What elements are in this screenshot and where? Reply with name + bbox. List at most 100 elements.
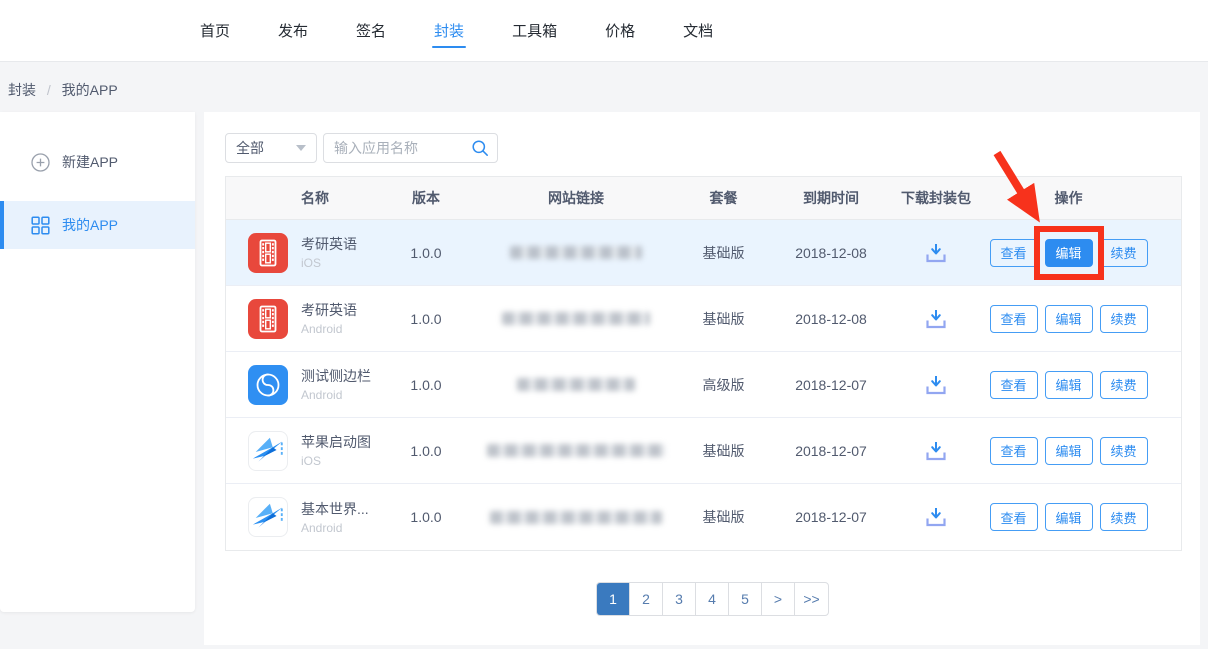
download-icon[interactable] xyxy=(923,440,949,462)
website-link-redacted xyxy=(517,378,635,391)
pagination-page-4[interactable]: 4 xyxy=(696,583,729,615)
renew-button[interactable]: 续费 xyxy=(1100,371,1148,399)
name-cell: 测试侧边栏 Android xyxy=(226,365,371,405)
app-platform: Android xyxy=(301,322,357,336)
pagination-page-5[interactable]: 5 xyxy=(729,583,762,615)
download-cell xyxy=(886,374,986,396)
edit-button[interactable]: 编辑 xyxy=(1045,503,1093,531)
download-icon[interactable] xyxy=(923,242,949,264)
expiry-date: 2018-12-08 xyxy=(776,245,886,261)
column-header: 网站链接 xyxy=(481,188,671,208)
search-icon[interactable] xyxy=(471,139,489,157)
renew-button[interactable]: 续费 xyxy=(1100,437,1148,465)
app-row: 考研英语Android1.0.0基础版2018-12-08查看编辑续费 xyxy=(226,286,1181,352)
renew-button[interactable]: 续费 xyxy=(1100,239,1148,267)
download-cell xyxy=(886,506,986,528)
expiry-date: 2018-12-07 xyxy=(776,509,886,525)
download-cell xyxy=(886,308,986,330)
view-button[interactable]: 查看 xyxy=(990,437,1038,465)
app-row: 基本世界...Android1.0.0基础版2018-12-07查看编辑续费 xyxy=(226,484,1181,550)
table-header-row: 名称版本网站链接套餐到期时间下载封装包操作 xyxy=(226,177,1181,220)
breadcrumb-section[interactable]: 封装 xyxy=(8,82,36,98)
name-cell: 苹果启动图iOS xyxy=(226,431,371,471)
actions-cell: 查看编辑续费 xyxy=(986,371,1181,399)
app-icon xyxy=(248,299,288,339)
nav-item-3[interactable]: 签名 xyxy=(356,0,386,62)
column-header: 版本 xyxy=(371,188,481,208)
app-row: 考研英语iOS1.0.0基础版2018-12-08查看编辑续费 xyxy=(226,220,1181,286)
sidebar-item-label: 新建APP xyxy=(62,152,118,172)
app-name: 基本世界... xyxy=(301,500,369,518)
column-header: 下载封装包 xyxy=(886,188,986,208)
search-input[interactable] xyxy=(334,140,471,156)
nav-item-2[interactable]: 发布 xyxy=(278,0,308,62)
nav-item-6[interactable]: 价格 xyxy=(605,0,635,62)
app-icon xyxy=(248,233,288,273)
app-row: 测试侧边栏 Android1.0.0 高级版2018-12-07 查看编辑续费 xyxy=(226,352,1181,418)
app-icon xyxy=(248,365,288,405)
renew-button[interactable]: 续费 xyxy=(1100,305,1148,333)
app-name: 测试侧边栏 xyxy=(301,367,371,385)
pagination-page-1[interactable]: 1 xyxy=(597,583,630,615)
nav-item-1[interactable]: 首页 xyxy=(200,0,230,62)
sidebar-item-2[interactable]: 我的APP xyxy=(0,201,195,249)
download-icon[interactable] xyxy=(923,308,949,330)
app-platform: iOS xyxy=(301,256,357,270)
search-box xyxy=(323,133,498,163)
breadcrumb: 封装 / 我的APP xyxy=(8,80,118,100)
website-link-redacted xyxy=(502,312,650,325)
breadcrumb-separator: / xyxy=(47,82,51,98)
plan-badge: 高级版 xyxy=(671,375,776,395)
nav-item-5[interactable]: 工具箱 xyxy=(512,0,557,62)
filter-dropdown[interactable]: 全部 xyxy=(225,133,317,163)
download-icon[interactable] xyxy=(923,506,949,528)
pagination-page-2[interactable]: 2 xyxy=(630,583,663,615)
app-table: 名称版本网站链接套餐到期时间下载封装包操作 考研英语iOS1.0.0基础版201… xyxy=(225,176,1182,551)
app-name: 考研英语 xyxy=(301,301,357,319)
app-version: 1.0.0 xyxy=(371,377,481,393)
view-button[interactable]: 查看 xyxy=(990,371,1038,399)
pagination-page-3[interactable]: 3 xyxy=(663,583,696,615)
top-nav: 首页发布签名封装 工具箱 价格文档 xyxy=(0,0,1208,62)
pagination: 12345>>> xyxy=(596,582,829,616)
filter-row: 全部 xyxy=(225,133,1200,163)
website-link-redacted xyxy=(487,444,665,457)
expiry-date: 2018-12-07 xyxy=(776,443,886,459)
expiry-date: 2018-12-08 xyxy=(776,311,886,327)
link-cell xyxy=(481,444,671,457)
app-platform: Android xyxy=(301,521,369,535)
plan-badge: 基础版 xyxy=(671,441,776,461)
app-platform: Android xyxy=(301,388,371,402)
plus-circle-icon xyxy=(31,153,50,172)
link-cell xyxy=(481,378,671,391)
plan-badge: 基础版 xyxy=(671,507,776,527)
edit-button[interactable]: 编辑 xyxy=(1045,437,1093,465)
plan-badge: 基础版 xyxy=(671,309,776,329)
edit-button[interactable]: 编辑 xyxy=(1045,305,1093,333)
pagination-last[interactable]: >> xyxy=(795,583,828,615)
actions-cell: 查看编辑续费 xyxy=(986,305,1181,333)
download-icon[interactable] xyxy=(923,374,949,396)
chevron-down-icon xyxy=(296,145,306,151)
view-button[interactable]: 查看 xyxy=(990,239,1038,267)
view-button[interactable]: 查看 xyxy=(990,305,1038,333)
pagination-next[interactable]: > xyxy=(762,583,795,615)
app-name: 苹果启动图 xyxy=(301,433,371,451)
expiry-date: 2018-12-07 xyxy=(776,377,886,393)
app-icon xyxy=(248,431,288,471)
view-button[interactable]: 查看 xyxy=(990,503,1038,531)
app-version: 1.0.0 xyxy=(371,245,481,261)
edit-button[interactable]: 编辑 xyxy=(1045,239,1093,267)
column-header: 名称 xyxy=(226,188,371,208)
app-row: 苹果启动图iOS1.0.0 基础版2018-12-07 查看编辑续费 xyxy=(226,418,1181,484)
name-cell: 考研英语 Android xyxy=(226,299,371,339)
app-version: 1.0.0 xyxy=(371,443,481,459)
sidebar: 新建APP 我的APP xyxy=(0,112,195,612)
app-name: 考研英语 xyxy=(301,235,357,253)
nav-item-4[interactable]: 封装 xyxy=(434,0,464,62)
edit-button[interactable]: 编辑 xyxy=(1045,371,1093,399)
nav-item-7[interactable]: 文档 xyxy=(683,0,713,62)
renew-button[interactable]: 续费 xyxy=(1100,503,1148,531)
app-icon xyxy=(248,497,288,537)
sidebar-item-1[interactable]: 新建APP xyxy=(0,138,195,186)
